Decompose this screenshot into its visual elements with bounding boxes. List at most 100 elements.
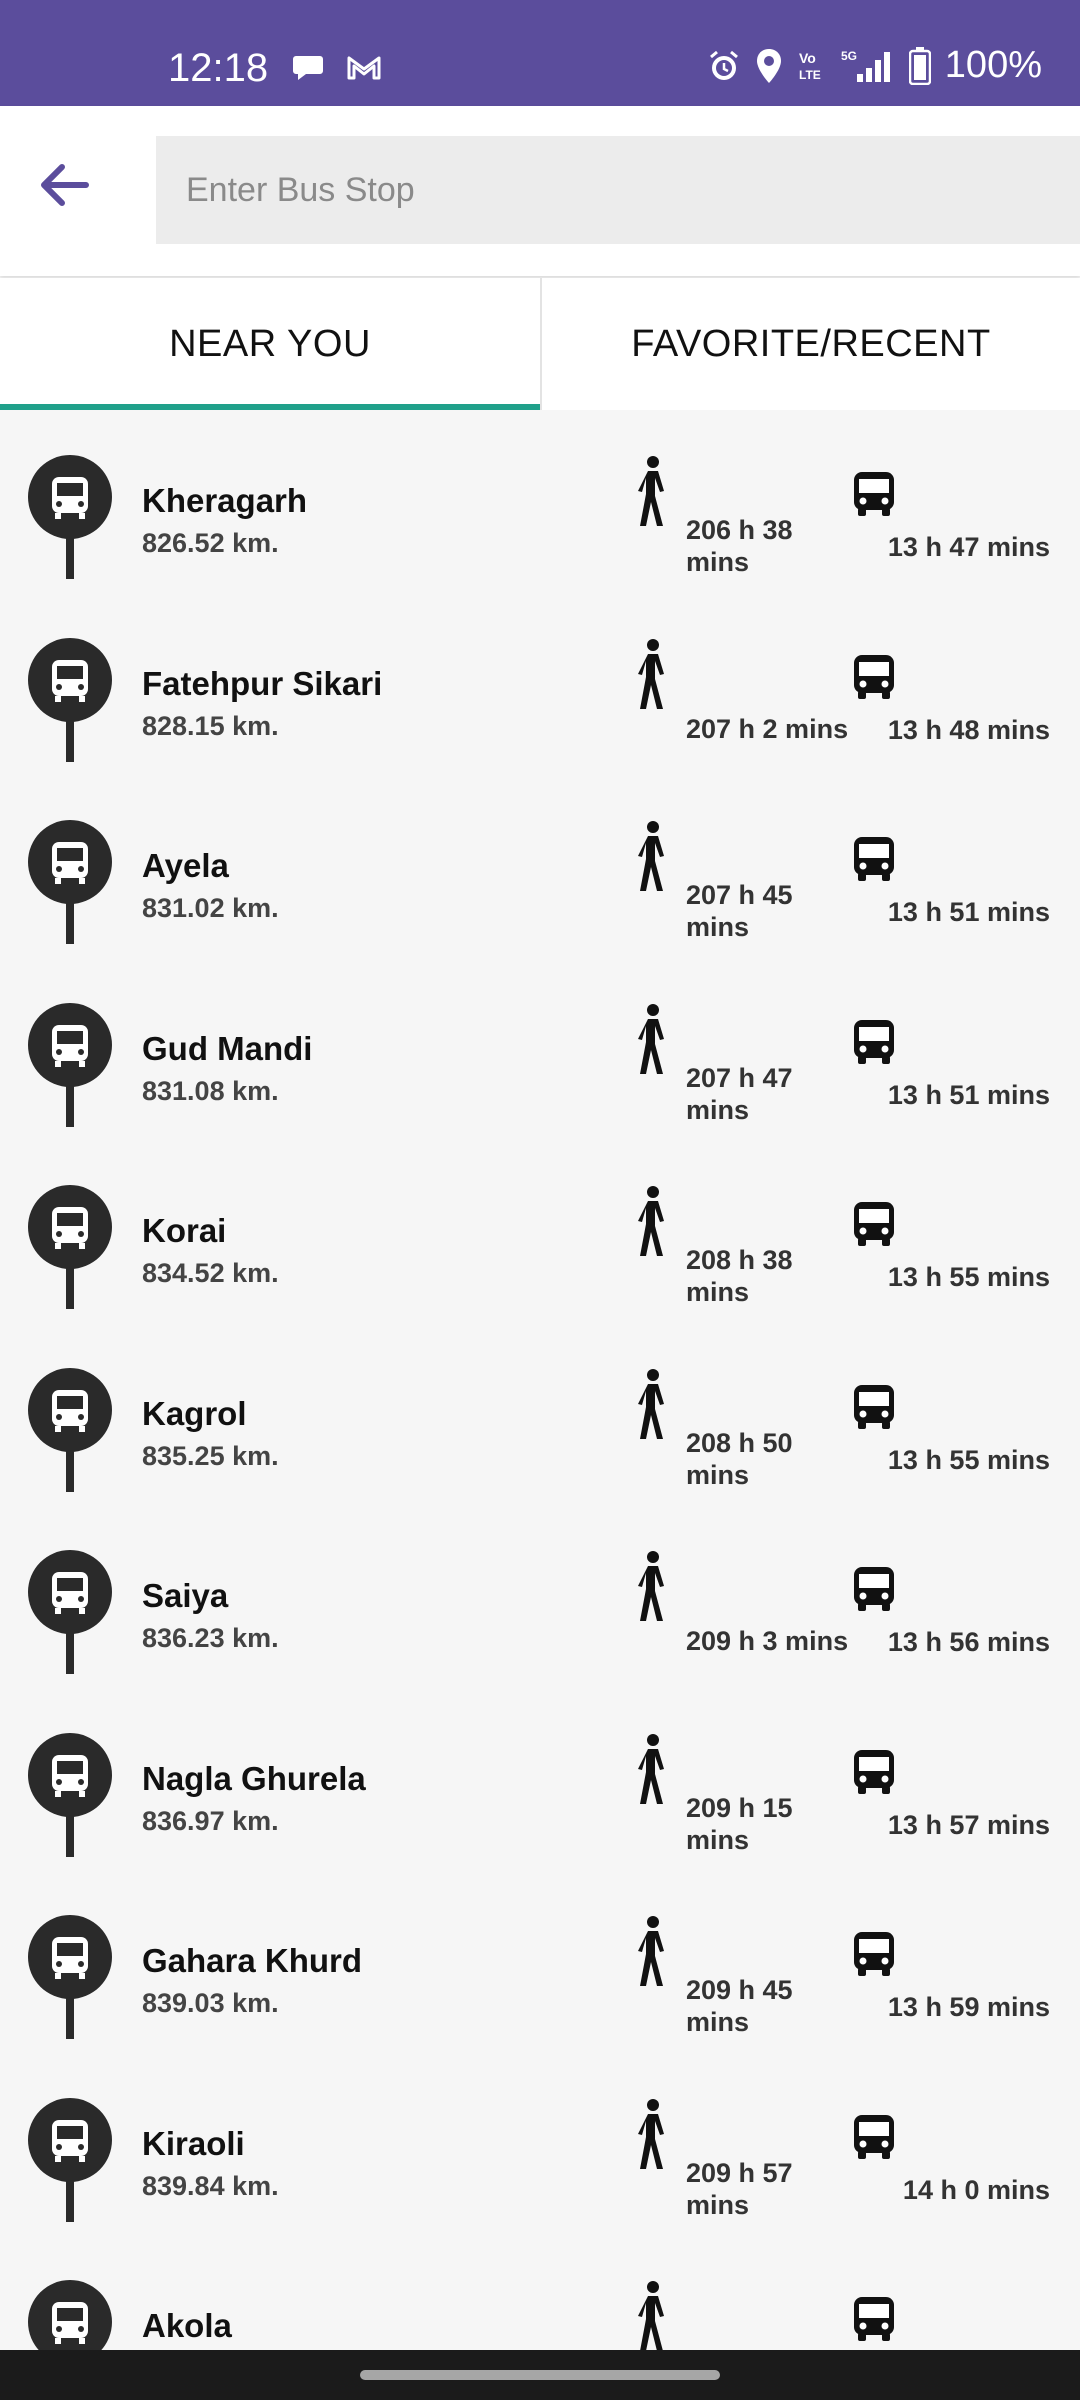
walking-person-icon <box>638 2098 664 2169</box>
walk-time: 209 h 57 mins <box>686 2157 793 2220</box>
svg-text:LTE: LTE <box>799 68 821 82</box>
walk-time: 208 h 50 mins <box>686 1427 793 1490</box>
bus-icon <box>854 2114 894 2159</box>
bus-stop-pin-icon <box>28 820 112 944</box>
back-button[interactable] <box>28 150 98 220</box>
stop-name: Korai <box>142 1212 227 1249</box>
stop-name: Akola <box>142 2307 232 2344</box>
stop-name: Nagla Ghurela <box>142 1759 366 1797</box>
bus-icon <box>854 654 894 699</box>
bus-time: 13 h 51 mins <box>887 1079 1050 1110</box>
bus-stop-pin-icon <box>28 1367 112 1492</box>
bus-stop-row[interactable]: Kheragarh 826.52 km. 206 h 38 mins 13 h … <box>0 410 1080 593</box>
bus-time: 13 h 57 mins <box>887 1809 1050 1840</box>
bus-stop-row[interactable]: Kagrol 835.25 km. 208 h 50 mins 13 h 55 … <box>0 1323 1080 1506</box>
walk-time: 207 h 47 mins <box>686 1062 793 1125</box>
bus-stop-pin-icon <box>28 1550 112 1674</box>
bus-time: 14 h 0 mins <box>902 2174 1050 2205</box>
bus-icon <box>854 1384 894 1429</box>
walk-time: 208 h 38 mins <box>686 1245 793 1307</box>
bus-stop-row[interactable]: Kiraoli 839.84 km. 209 h 57 mins 14 h 0 … <box>0 2053 1080 2236</box>
bus-time: 13 h 51 mins <box>887 897 1050 927</box>
bus-time: 13 h 48 mins <box>887 714 1050 745</box>
stop-distance: 836.97 km. <box>142 1805 279 1836</box>
bus-stop-pin-icon <box>28 1002 112 1127</box>
chat-bubble-icon <box>292 54 324 87</box>
bus-stop-row[interactable]: Akola 210 h 14 <box>0 2235 1080 2350</box>
stop-name: Kagrol <box>142 1394 247 1432</box>
bus-time: 13 h 55 mins <box>887 1444 1050 1475</box>
walk-time: 209 h 15 mins <box>686 1792 793 1855</box>
bus-icon <box>854 1932 894 1976</box>
stop-distance: 826.52 km. <box>142 528 279 558</box>
stop-distance: 839.84 km. <box>142 2170 279 2201</box>
stop-name: Gud Mandi <box>142 1029 313 1067</box>
bus-stop-row[interactable]: Gud Mandi 831.08 km. 207 h 47 mins 13 h … <box>0 958 1080 1141</box>
walking-person-icon <box>638 456 664 526</box>
tab-favorite-recent[interactable]: FAVORITE/RECENT <box>540 278 1080 410</box>
svg-text:5G: 5G <box>841 49 857 63</box>
bus-stop-pin-icon <box>28 1732 112 1857</box>
bus-stop-row[interactable]: Ayela 831.02 km. 207 h 45 mins 13 h 51 m… <box>0 775 1080 958</box>
walk-time: 207 h 2 mins <box>686 713 849 744</box>
alarm-icon <box>707 49 741 83</box>
location-icon <box>755 48 783 84</box>
stop-name: Kiraoli <box>142 2124 245 2162</box>
bus-stop-list[interactable]: Kheragarh 826.52 km. 206 h 38 mins 13 h … <box>0 410 1080 2350</box>
bus-icon <box>854 1567 894 1611</box>
walk-time: 207 h 45 mins <box>686 880 793 942</box>
bus-stop-pin-icon <box>28 2280 112 2350</box>
volte-icon: Vo LTE <box>797 49 827 83</box>
bus-stop-pin-icon <box>28 637 112 762</box>
bus-time: 13 h 55 mins <box>887 1262 1050 1292</box>
bus-stop-row[interactable]: Gahara Khurd 839.03 km. 209 h 45 mins 13… <box>0 1870 1080 2053</box>
navigation-bar <box>0 2350 1080 2400</box>
bus-stop-row[interactable]: Saiya 836.23 km. 209 h 3 mins 13 h 56 mi… <box>0 1505 1080 1688</box>
bus-icon <box>854 1019 894 1064</box>
walking-person-icon <box>638 1551 664 1621</box>
bus-time: 13 h 56 mins <box>887 1627 1050 1657</box>
walking-person-icon <box>638 1003 664 1074</box>
bus-stop-pin-icon <box>28 1915 112 2039</box>
walk-time: 206 h 38 mins <box>686 515 793 577</box>
bus-icon <box>854 1202 894 1246</box>
bus-icon <box>854 1749 894 1794</box>
bus-icon <box>854 837 894 881</box>
bus-icon <box>854 2297 894 2341</box>
search-header <box>0 106 1080 276</box>
gmail-icon <box>346 54 382 87</box>
bus-time: 13 h 47 mins <box>887 532 1050 562</box>
stop-distance: 836.23 km. <box>142 1623 279 1653</box>
bus-stop-pin-icon <box>28 455 112 579</box>
bus-stop-row[interactable]: Fatehpur Sikari 828.15 km. 207 h 2 mins … <box>0 593 1080 776</box>
bus-stop-pin-icon <box>28 1185 112 1309</box>
battery-icon <box>908 46 931 85</box>
walking-person-icon <box>638 1368 664 1439</box>
walking-person-icon <box>638 2281 664 2350</box>
stop-distance: 835.25 km. <box>142 1440 279 1471</box>
stop-distance: 834.52 km. <box>142 1258 279 1288</box>
battery-percent: 100% <box>944 44 1042 86</box>
bus-stop-search-input[interactable] <box>156 136 1080 244</box>
stop-name: Saiya <box>142 1577 229 1614</box>
tab-near-you[interactable]: NEAR YOU <box>0 278 540 410</box>
stop-name: Gahara Khurd <box>142 1942 363 1979</box>
stop-name: Ayela <box>142 847 229 884</box>
stop-distance: 831.08 km. <box>142 1075 279 1106</box>
home-gesture-handle[interactable] <box>360 2370 720 2380</box>
bus-stop-row[interactable]: Nagla Ghurela 836.97 km. 209 h 15 mins 1… <box>0 1688 1080 1871</box>
bus-icon <box>854 472 894 516</box>
walking-person-icon <box>638 1186 664 1256</box>
stop-distance: 828.15 km. <box>142 710 279 741</box>
walking-person-icon <box>638 821 664 891</box>
svg-text:Vo: Vo <box>799 50 816 66</box>
walking-person-icon <box>638 638 664 709</box>
5g-signal-icon: 5G <box>841 48 895 84</box>
bus-time: 13 h 59 mins <box>887 1992 1050 2022</box>
bus-stop-row[interactable]: Korai 834.52 km. 208 h 38 mins 13 h 55 m… <box>0 1140 1080 1323</box>
bus-stop-pin-icon <box>28 2097 112 2222</box>
stop-name: Kheragarh <box>142 482 308 519</box>
walking-person-icon <box>638 1916 664 1986</box>
walking-person-icon <box>638 1733 664 1804</box>
back-arrow-icon <box>41 164 89 206</box>
